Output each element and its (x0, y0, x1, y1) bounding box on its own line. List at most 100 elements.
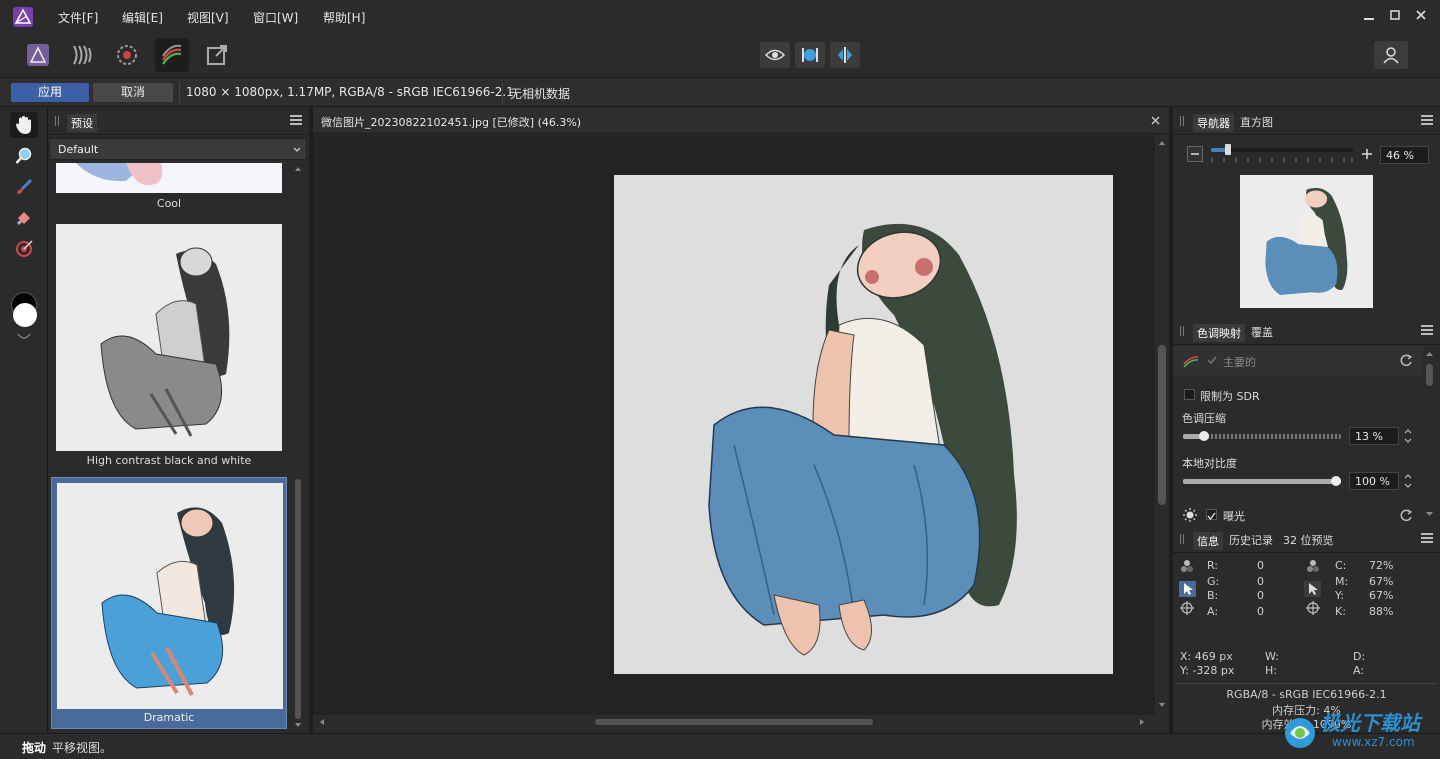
tone-mapping-persona-button[interactable] (155, 38, 189, 72)
tab-navigator[interactable]: 导航器 (1193, 114, 1234, 132)
preset-item-cool[interactable]: Cool (51, 163, 287, 218)
zoom-out-button[interactable] (1187, 146, 1203, 162)
local-contrast-slider[interactable] (1183, 476, 1341, 486)
info-a-label: A: (1207, 605, 1219, 618)
scrollbar-thumb[interactable] (595, 719, 873, 725)
panel-grip-icon[interactable] (55, 116, 59, 126)
zoom-slider-knob[interactable] (1225, 144, 1231, 155)
color-model-cmyk-icon[interactable] (1306, 559, 1320, 573)
scrollbar-thumb[interactable] (1426, 364, 1433, 386)
reset-icon[interactable] (1399, 508, 1413, 522)
canvas-viewport[interactable] (313, 135, 1155, 715)
liquify-persona-button[interactable] (65, 38, 99, 72)
eraser-tool-button[interactable] (10, 205, 38, 231)
zoom-value-field[interactable]: 46 % (1380, 146, 1429, 164)
canvas-vertical-scrollbar[interactable] (1155, 135, 1169, 715)
info-x: X: 469 px (1180, 650, 1233, 663)
exposure-checkbox[interactable] (1206, 509, 1217, 521)
tab-tone-mapping[interactable]: 色调映射 (1193, 324, 1245, 342)
menu-help[interactable]: 帮助[H] (323, 9, 365, 26)
swap-colors-icon[interactable] (17, 329, 31, 339)
preview-toggle-button[interactable] (760, 42, 790, 68)
target-tool-button[interactable] (10, 236, 38, 262)
cancel-button[interactable]: 取消 (93, 83, 173, 102)
tab-32bit-preview[interactable]: 32 位预览 (1283, 532, 1334, 548)
tone-compression-value[interactable]: 13 % (1349, 427, 1399, 445)
brush-tool-button[interactable] (10, 174, 38, 200)
preset-item-dramatic[interactable]: Dramatic (51, 477, 287, 729)
watermark-logo: 极光下载站 www.xz7.com (1280, 705, 1436, 755)
tab-presets[interactable]: 预设 (67, 114, 97, 132)
menu-view[interactable]: 视图[V] (187, 9, 229, 26)
export-persona-button[interactable] (200, 38, 234, 72)
panel-menu-icon[interactable] (1421, 115, 1433, 125)
zoom-slider[interactable] (1211, 144, 1353, 155)
canvas-horizontal-scrollbar[interactable] (313, 715, 1155, 729)
limit-sdr-checkbox[interactable] (1184, 389, 1195, 400)
scrollbar-thumb[interactable] (295, 479, 301, 719)
panel-grip-icon[interactable] (1180, 116, 1184, 126)
photo-persona-icon (27, 44, 49, 66)
close-document-icon[interactable] (1151, 116, 1160, 125)
camera-info: 无相机数据 (510, 87, 571, 101)
mirror-view-button[interactable] (830, 42, 860, 68)
limit-sdr-label: 限制为 SDR (1200, 390, 1260, 403)
menu-file[interactable]: 文件[F] (58, 9, 98, 26)
local-contrast-stepper[interactable] (1403, 472, 1413, 490)
panel-menu-icon[interactable] (1421, 533, 1433, 543)
presets-scrollbar[interactable] (294, 165, 302, 731)
tone-compression-stepper[interactable] (1403, 427, 1413, 445)
tab-histogram[interactable]: 直方图 (1240, 114, 1273, 130)
panel-menu-icon[interactable] (1421, 325, 1433, 335)
split-view-button[interactable] (795, 42, 825, 68)
account-button[interactable] (1374, 41, 1408, 69)
tab-info[interactable]: 信息 (1193, 532, 1223, 550)
maximize-button[interactable] (1384, 6, 1406, 28)
tonemap-scrollbar[interactable] (1425, 350, 1434, 518)
scrollbar-thumb[interactable] (1158, 345, 1166, 505)
zoom-in-button[interactable] (1359, 146, 1375, 162)
slider-knob[interactable] (1331, 476, 1341, 486)
local-contrast-value[interactable]: 100 % (1349, 472, 1399, 490)
status-text: 平移视图。 (52, 741, 113, 755)
info-angle: A: (1353, 664, 1365, 677)
tone-compression-slider[interactable] (1183, 431, 1341, 441)
photo-persona-button[interactable] (21, 38, 55, 72)
panel-grip-icon[interactable] (1180, 326, 1184, 336)
app-logo-icon (12, 6, 34, 28)
preset-category-dropdown[interactable]: Default (49, 138, 307, 160)
watermark-url: www.xz7.com (1332, 735, 1415, 749)
tone-mapping-icon (162, 44, 182, 65)
document-tab[interactable]: 微信图片_20230822102451.jpg [已修改] (46.3%) (313, 107, 1169, 134)
color-model-rgb-icon[interactable] (1180, 559, 1194, 573)
menu-window[interactable]: 窗口[W] (253, 9, 298, 26)
slider-knob[interactable] (1199, 431, 1209, 441)
preset-thumbnail (56, 224, 282, 451)
preset-label: High contrast black and white (86, 454, 252, 467)
primary-color-swatch[interactable] (13, 303, 37, 327)
panel-grip-icon[interactable] (1180, 534, 1184, 544)
presets-header: 预设 (48, 107, 309, 135)
tone-compression-label: 色调压缩 (1182, 412, 1226, 425)
minimize-button[interactable] (1358, 6, 1380, 28)
eraser-icon (16, 212, 30, 226)
zoom-tool-button[interactable] (10, 143, 38, 169)
reset-icon[interactable] (1399, 353, 1413, 367)
info-r-label: R: (1207, 559, 1219, 572)
check-icon[interactable] (1207, 356, 1217, 365)
crosshair-icon[interactable] (1306, 601, 1320, 615)
preset-item-high-contrast-bw[interactable]: High contrast black and white (51, 224, 287, 472)
tab-overlays[interactable]: 覆盖 (1251, 324, 1273, 340)
close-window-button[interactable] (1410, 6, 1432, 28)
preset-thumbnail (56, 163, 282, 193)
navigator-thumbnail[interactable] (1240, 175, 1373, 308)
view-tool-button[interactable] (10, 112, 38, 138)
crosshair-icon[interactable] (1180, 601, 1194, 615)
tab-history[interactable]: 历史记录 (1229, 532, 1273, 548)
apply-button[interactable]: 应用 (11, 83, 89, 102)
pointer-mode-icon[interactable] (1179, 581, 1196, 597)
menu-edit[interactable]: 编辑[E] (122, 9, 163, 26)
develop-persona-button[interactable] (110, 38, 144, 72)
panel-menu-icon[interactable] (290, 115, 302, 125)
pointer-mode-icon[interactable] (1304, 581, 1321, 597)
